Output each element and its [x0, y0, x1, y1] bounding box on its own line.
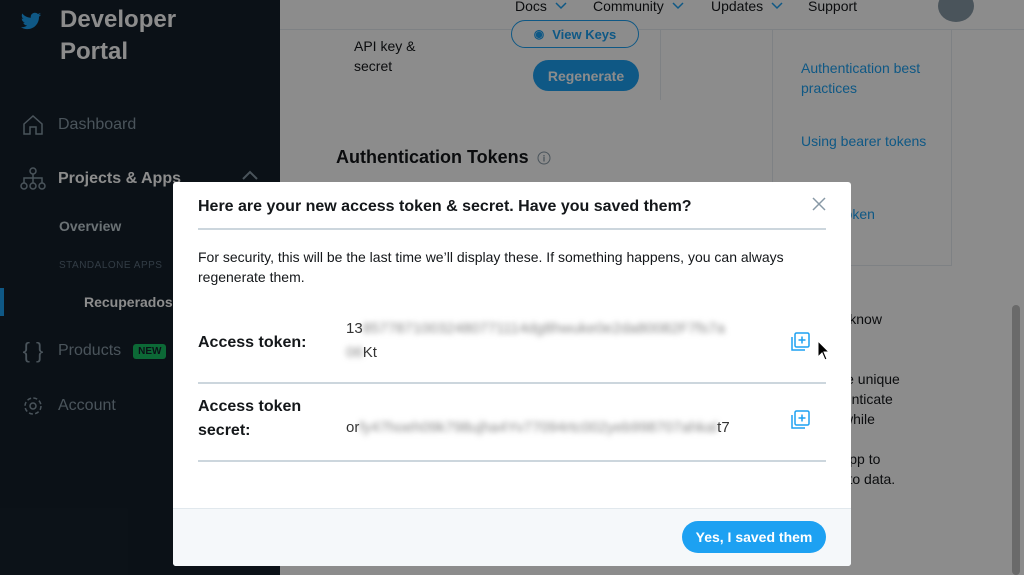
access-secret-value: orfy47hoeh09k798ujha4Yv77094rtc002yeb998… [346, 416, 730, 440]
token-blurred: 85778710032480771114dg8hwuke0e2da80082F7… [362, 320, 725, 337]
secret-blurred: fy47hoeh09k798ujha4Yv77094rtc002yeb99870… [359, 419, 718, 436]
divider [198, 382, 826, 384]
secret-visible-start: or [346, 419, 360, 436]
token-modal: Here are your new access token & secret.… [173, 182, 851, 566]
mouse-cursor-icon [817, 340, 831, 361]
confirm-saved-button[interactable]: Yes, I saved them [682, 521, 826, 553]
token-blurred: 06 [346, 344, 363, 361]
access-token-label: Access token: [198, 334, 307, 351]
token-visible-end: Kt [362, 344, 377, 361]
access-token-value: 1385778710032480771114dg8hwuke0e2da80082… [346, 317, 725, 341]
modal-title: Here are your new access token & secret.… [198, 198, 692, 215]
modal-footer: Yes, I saved them [173, 508, 851, 566]
modal-description: For security, this will be the last time… [198, 249, 784, 285]
divider [198, 228, 826, 230]
divider [198, 460, 826, 462]
access-secret-label-2: secret: [198, 422, 251, 439]
access-token-value-line2: 06Kt [346, 341, 377, 365]
close-icon[interactable] [810, 195, 828, 213]
access-secret-label: Access token [198, 398, 302, 415]
copy-icon[interactable] [789, 409, 811, 431]
copy-icon[interactable] [789, 331, 811, 353]
token-visible-start: 13 [346, 320, 363, 337]
secret-visible-end: t7 [717, 419, 730, 436]
